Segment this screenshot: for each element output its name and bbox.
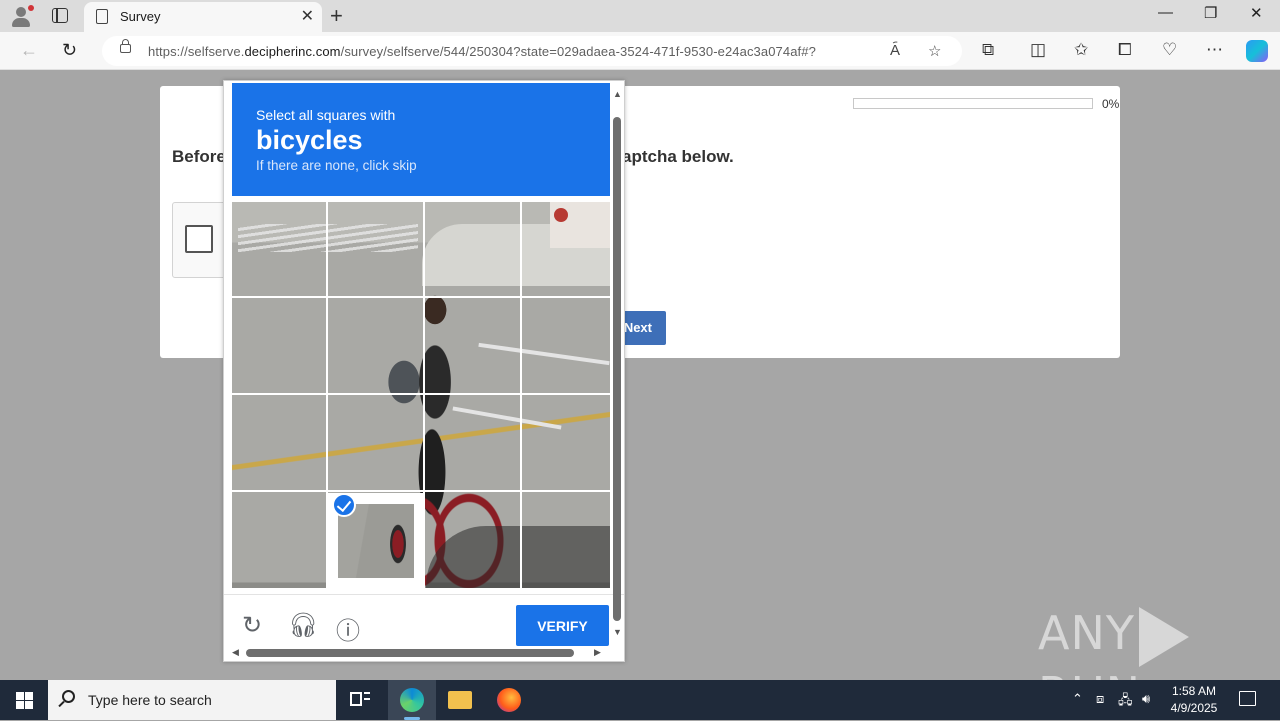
restore-icon[interactable]: ❐ xyxy=(1204,4,1217,22)
verify-button[interactable]: VERIFY xyxy=(516,605,609,646)
captcha-challenge: Select all squares with bicycles If ther… xyxy=(223,80,625,662)
copilot-icon[interactable] xyxy=(1246,40,1268,62)
read-aloud-icon[interactable]: A᷇ xyxy=(890,42,900,59)
captcha-header: Select all squares with bicycles If ther… xyxy=(232,83,610,196)
search-icon xyxy=(62,690,75,703)
back-arrow-icon[interactable]: ← xyxy=(20,40,38,61)
tab-actions-icon[interactable] xyxy=(52,8,68,23)
horizontal-scrollbar[interactable]: ◀ ▶ xyxy=(230,647,606,659)
captcha-footer-divider xyxy=(224,594,624,595)
question-text-start: Before xyxy=(172,147,226,166)
close-tab-icon[interactable]: ✕ xyxy=(301,6,314,26)
edge-icon[interactable] xyxy=(400,688,424,712)
tab-title: Survey xyxy=(120,9,161,24)
windows-start-icon[interactable] xyxy=(16,692,33,709)
scrollbar-thumb[interactable] xyxy=(613,117,621,621)
info-icon[interactable]: ⓘ xyxy=(336,611,360,646)
street-sign xyxy=(550,202,610,248)
captcha-hint: If there are none, click skip xyxy=(256,158,417,173)
task-view-icon[interactable] xyxy=(348,688,372,712)
tray-device-icon[interactable]: ⧈ xyxy=(1096,691,1104,707)
grid-divider xyxy=(232,296,610,298)
crosswalk-marking xyxy=(238,224,418,252)
minimize-icon[interactable]: — xyxy=(1158,4,1173,21)
network-icon[interactable]: 🖧︎ xyxy=(1118,691,1133,713)
scroll-down-icon[interactable]: ▼ xyxy=(613,627,622,637)
browser-tab-bar: Survey ✕ + — ❐ ✕ xyxy=(0,0,1280,32)
clock-date: 4/9/2025 xyxy=(1170,701,1218,715)
ellipsis-icon[interactable]: ⋯ xyxy=(1206,40,1223,60)
taskbar-search[interactable]: Type here to search xyxy=(48,680,336,720)
lane-marking xyxy=(452,406,562,430)
star-icon[interactable]: ☆ xyxy=(928,42,941,60)
lock-icon[interactable] xyxy=(120,39,131,53)
refresh-icon[interactable]: ↻ xyxy=(62,40,77,61)
selected-check-icon xyxy=(332,493,356,517)
question-text-end: aptcha below. xyxy=(622,147,734,166)
scroll-left-icon[interactable]: ◀ xyxy=(232,647,239,658)
firefox-icon[interactable] xyxy=(497,688,521,712)
clock-time: 1:58 AM xyxy=(1171,684,1217,698)
system-clock[interactable]: 1:58 AM 4/9/2025 xyxy=(1160,683,1228,717)
grid-divider xyxy=(232,490,610,492)
browser-tab[interactable]: Survey ✕ xyxy=(84,2,322,32)
progress-bar xyxy=(853,98,1093,109)
scrollbar-thumb[interactable] xyxy=(246,649,574,657)
puzzle-icon[interactable]: ⧉ xyxy=(982,40,994,60)
grid-divider xyxy=(520,202,522,588)
reload-icon[interactable]: ↻ xyxy=(242,611,262,640)
profile-icon[interactable] xyxy=(10,5,34,27)
tray-chevron-icon[interactable]: ⌃ xyxy=(1072,691,1083,707)
windows-taskbar: Type here to search ⌃ ⧈ 🖧︎ 🔊︎ 1:58 AM 4/… xyxy=(0,680,1280,720)
url-text[interactable]: https://selfserve.decipherinc.com/survey… xyxy=(148,44,816,59)
progress-label: 0% xyxy=(1102,97,1120,111)
search-placeholder: Type here to search xyxy=(88,692,212,708)
vertical-scrollbar[interactable]: ▲ ▼ xyxy=(611,87,623,641)
favorites-icon[interactable]: ✩ xyxy=(1074,40,1088,60)
audio-icon[interactable]: 🎧︎ xyxy=(288,611,318,640)
captcha-target: bicycles xyxy=(256,125,363,155)
file-explorer-icon[interactable] xyxy=(448,691,472,709)
recaptcha-checkbox[interactable] xyxy=(185,225,213,253)
lane-marking xyxy=(478,342,610,366)
close-window-icon[interactable]: ✕ xyxy=(1250,4,1263,22)
collections-icon[interactable]: ⧠ xyxy=(1118,40,1132,60)
address-bar[interactable]: https://selfserve.decipherinc.com/survey… xyxy=(102,36,962,66)
split-screen-icon[interactable]: ◫ xyxy=(1030,40,1046,60)
heart-pulse-icon[interactable]: ♡ xyxy=(1162,40,1177,60)
scroll-right-icon[interactable]: ▶ xyxy=(594,647,601,658)
scroll-up-icon[interactable]: ▲ xyxy=(613,89,622,99)
captcha-instruction: Select all squares with xyxy=(256,107,396,123)
notification-icon[interactable] xyxy=(1239,691,1256,706)
volume-icon[interactable]: 🔊︎ xyxy=(1142,691,1150,707)
grid-divider xyxy=(232,393,610,395)
new-tab-icon[interactable]: + xyxy=(330,3,343,29)
captcha-image-grid[interactable] xyxy=(232,202,610,588)
shadow-area xyxy=(426,526,610,588)
page-icon xyxy=(96,9,108,24)
